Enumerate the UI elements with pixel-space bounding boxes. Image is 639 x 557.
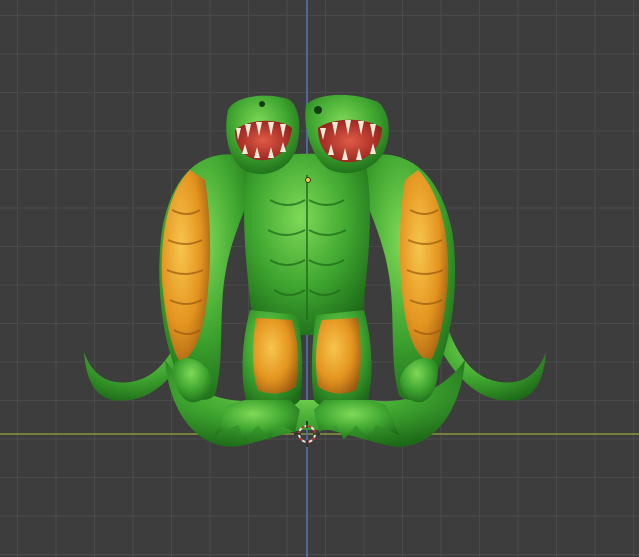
3d-cursor-icon[interactable] (294, 421, 320, 447)
right-leg-armor (315, 318, 361, 394)
right-eye (314, 106, 322, 114)
left-leg-armor (253, 318, 299, 394)
3d-viewport[interactable] (0, 0, 639, 557)
object-origin-icon (305, 177, 311, 183)
creature-model[interactable] (0, 0, 639, 557)
left-eye (259, 101, 265, 107)
